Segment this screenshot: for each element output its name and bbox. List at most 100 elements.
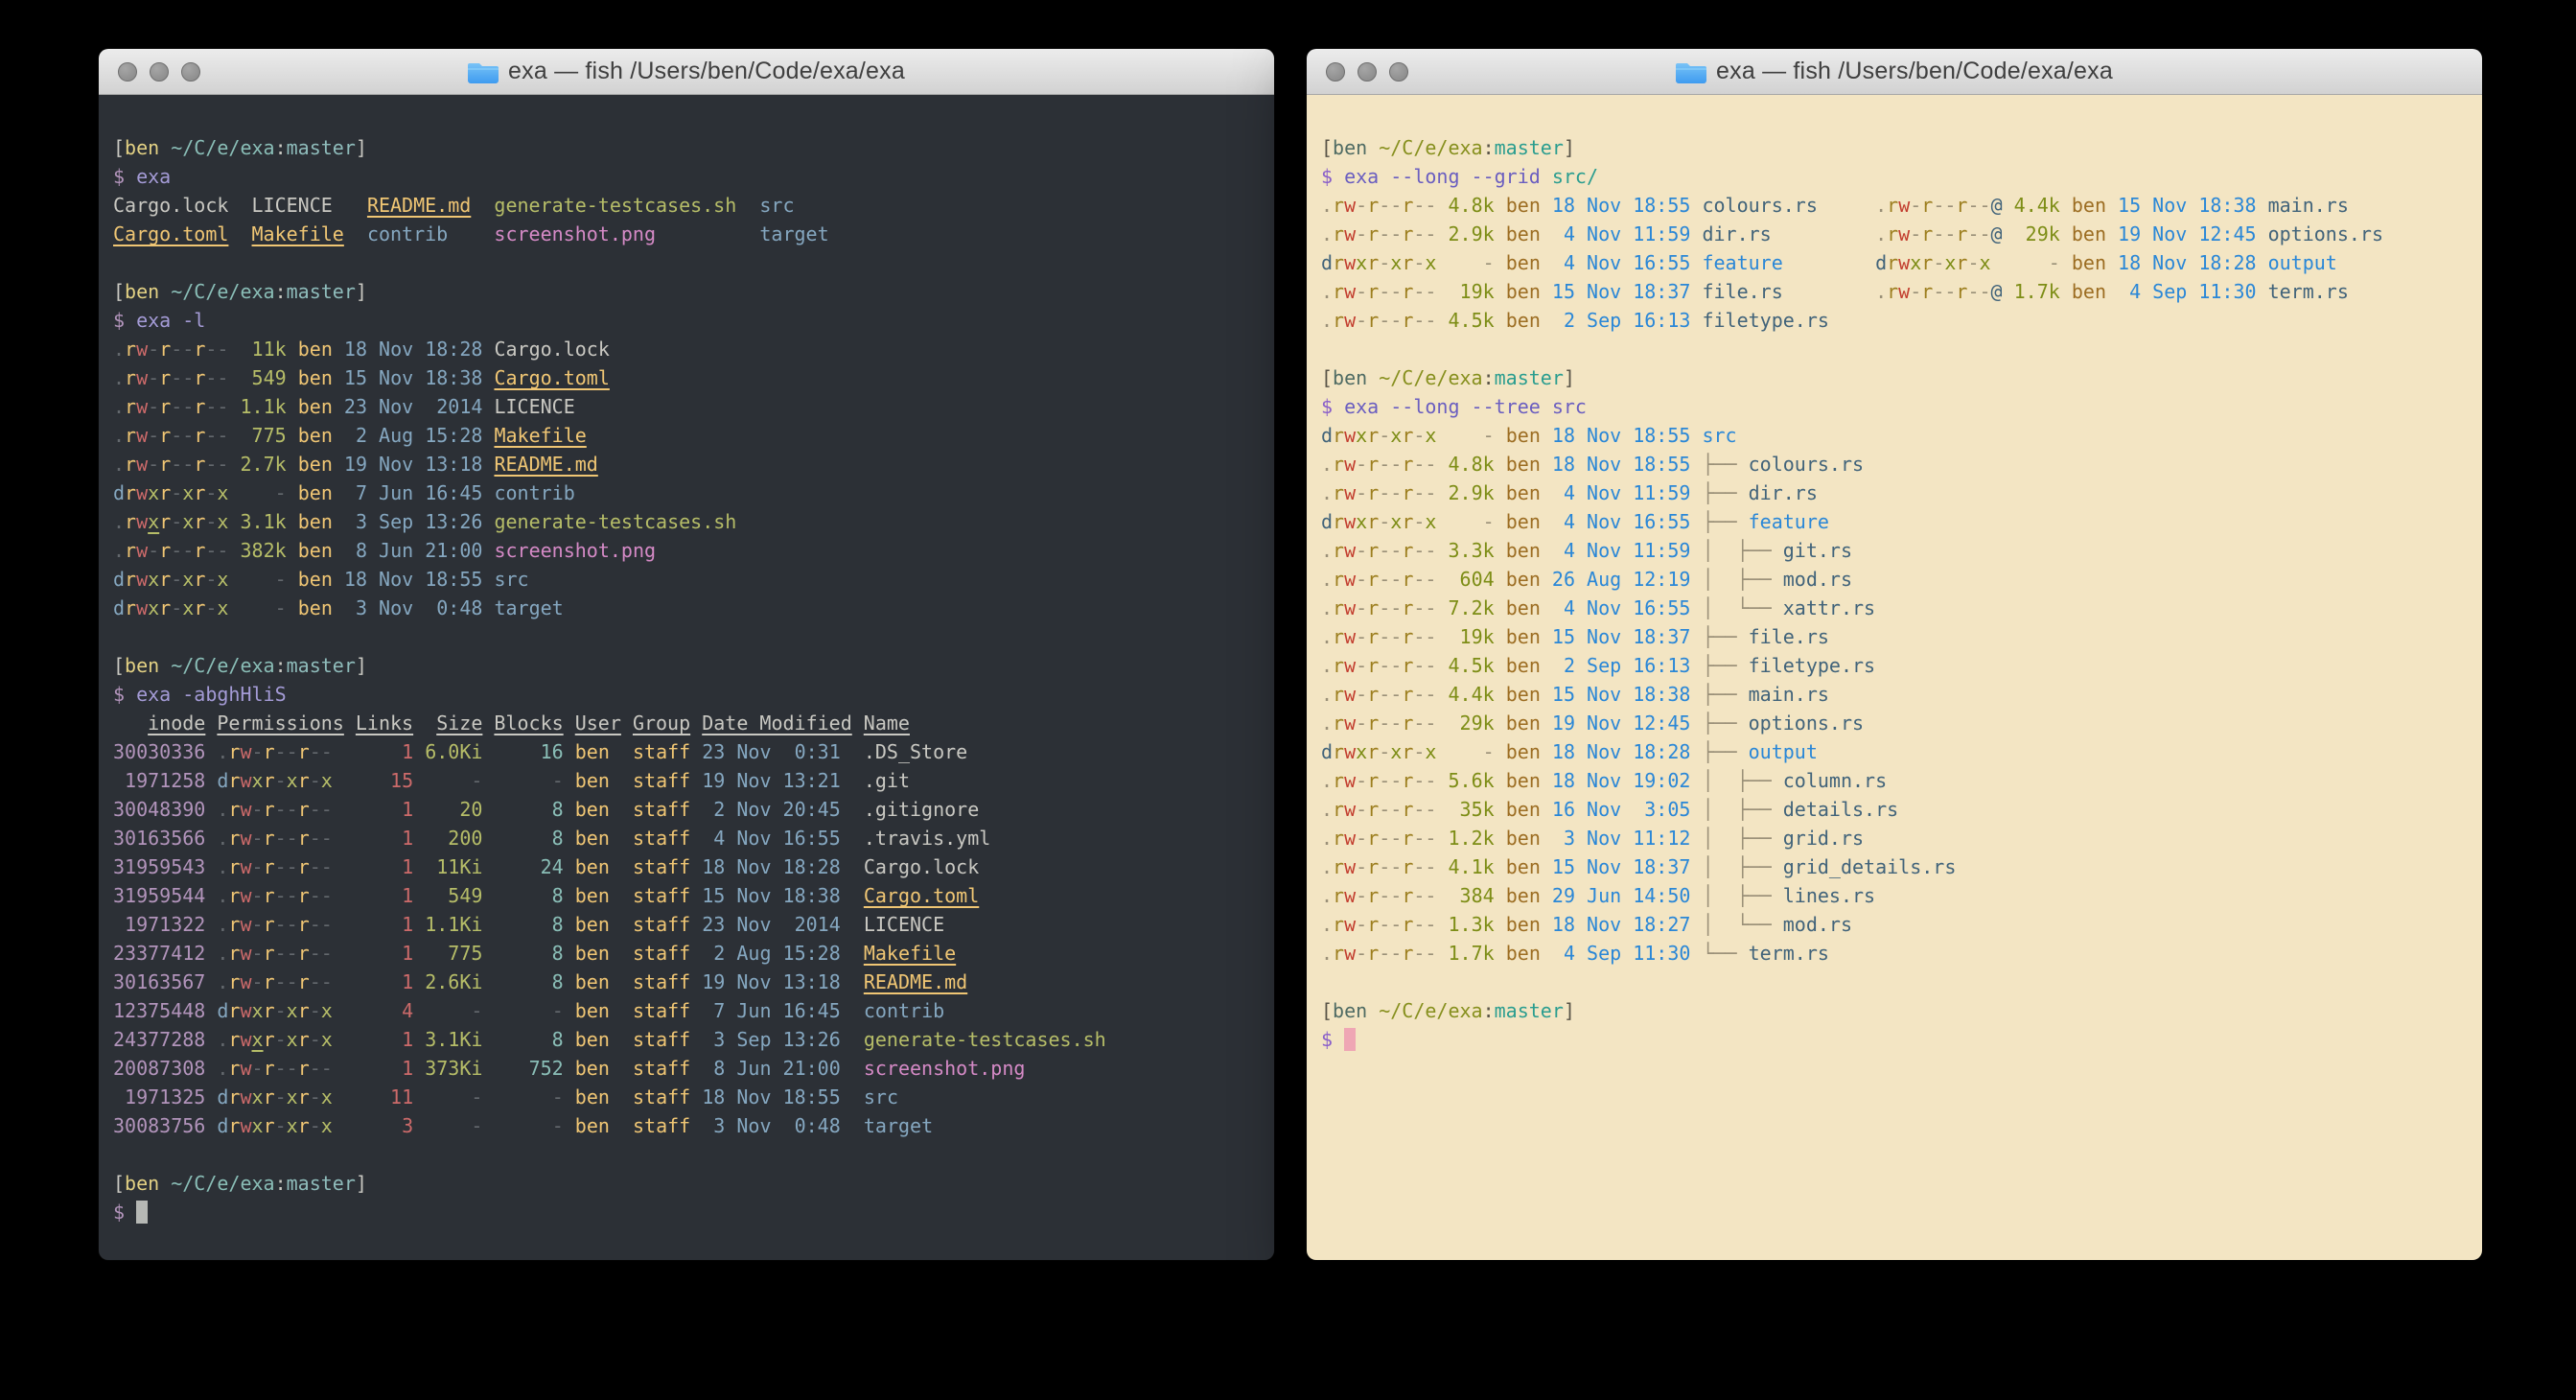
terminal-text-segment (413, 913, 425, 936)
terminal-text-segment: 2 Sep 16:13 (1552, 309, 1691, 332)
terminal-text-segment: -- (275, 855, 298, 878)
terminal-text-segment: -- (310, 798, 333, 821)
terminal-text-segment (205, 712, 217, 735)
terminal-text-segment (413, 884, 425, 907)
terminal-text-segment: $ (113, 165, 125, 188)
terminal-content-light[interactable]: [ben ~/C/e/exa:master]$ exa --long --gri… (1307, 95, 2482, 1260)
terminal-text-segment: -- (1379, 194, 1402, 217)
terminal-text-segment: r (298, 999, 310, 1022)
terminal-text-segment: -- (1379, 481, 1402, 504)
terminal-text-segment: r (1402, 827, 1413, 850)
terminal-text-segment: -- (1379, 625, 1402, 648)
terminal-text-segment: ben (575, 970, 610, 993)
titlebar[interactable]: exa — fish /Users/ben/Code/exa/exa (1307, 49, 2482, 95)
terminal-text-segment: 1 (356, 942, 413, 965)
terminal-text-segment: -- (1413, 309, 1436, 332)
terminal-text-segment: master (1495, 136, 1564, 159)
terminal-text-segment: r (264, 827, 275, 850)
terminal-text-segment: r (1367, 453, 1379, 476)
terminal-text-segment: r (194, 596, 205, 619)
terminal-text-segment (1436, 481, 1448, 504)
zoom-button[interactable] (1389, 62, 1408, 82)
terminal-text-segment: x (148, 568, 159, 591)
terminal-text-segment: 12375448 (113, 999, 205, 1022)
terminal-text-segment (564, 855, 575, 878)
terminal-line: .rw-r--r-- 11k ben 18 Nov 18:28 Cargo.lo… (113, 335, 1274, 363)
terminal-text-segment: ~/C/e/exa (171, 136, 274, 159)
terminal-text-segment: screenshot.png (494, 222, 656, 245)
terminal-text-segment: 2 Sep 16:13 (1552, 654, 1691, 677)
minimize-button[interactable] (150, 62, 169, 82)
terminal-text-segment (159, 280, 171, 303)
terminal-text-segment (482, 481, 494, 504)
terminal-text-segment: 382k (241, 539, 287, 562)
terminal-text-segment: . (1321, 683, 1333, 706)
terminal-text-segment: r (1956, 194, 1967, 217)
terminal-text-segment: 15 Nov 18:37 (1552, 625, 1691, 648)
terminal-text-segment: Name (864, 712, 910, 735)
minimize-button[interactable] (1358, 62, 1377, 82)
terminal-text-segment: 24377288 (113, 1028, 205, 1051)
terminal-text-segment: master (287, 280, 356, 303)
terminal-text-segment: w (136, 338, 148, 361)
terminal-text-segment (2257, 194, 2268, 217)
terminal-text-segment: -- (1413, 539, 1436, 562)
terminal-text-segment (1495, 453, 1506, 476)
terminal-text-segment: README.md (367, 194, 471, 217)
terminal-text-segment: - (471, 999, 482, 1022)
terminal-text-segment: - (252, 1057, 264, 1080)
terminal-content-dark[interactable]: [ben ~/C/e/exa:master]$ exaCargo.lock LI… (99, 95, 1274, 1260)
terminal-text-segment: r (1367, 855, 1379, 878)
terminal-text-segment: Makefile (864, 942, 956, 965)
terminal-text-segment (333, 510, 344, 533)
titlebar[interactable]: exa — fish /Users/ben/Code/exa/exa (99, 49, 1274, 95)
terminal-text-segment: dir.rs (1749, 481, 1818, 504)
terminal-text-segment: - (1356, 654, 1367, 677)
close-button[interactable] (118, 62, 137, 82)
terminal-text-segment: -- (171, 338, 194, 361)
terminal-text-segment (1495, 309, 1506, 332)
terminal-text-segment: r (264, 1057, 275, 1080)
terminal-text-segment (228, 568, 240, 591)
close-button[interactable] (1326, 62, 1345, 82)
terminal-line: drwxr-xr-x - ben 3 Nov 0:48 target (113, 594, 1274, 622)
terminal-text-segment (482, 827, 494, 850)
terminal-line: inode Permissions Links Size Blocks User… (113, 709, 1274, 737)
terminal-text-segment: 1 (356, 913, 413, 936)
terminal-text-segment: . (217, 740, 228, 763)
terminal-text-segment: r (298, 798, 310, 821)
terminal-text-segment: : (1483, 999, 1495, 1022)
terminal-text-segment: r (125, 338, 136, 361)
terminal-text-segment: r (228, 1114, 240, 1137)
terminal-text-segment (1690, 740, 1702, 763)
terminal-text-segment: r (194, 453, 205, 476)
terminal-text-segment: x (1390, 510, 1402, 533)
terminal-text-segment: - (252, 740, 264, 763)
terminal-text-segment: 4.1k (1449, 855, 1495, 878)
terminal-text-segment (241, 481, 275, 504)
terminal-text-segment: . (1321, 596, 1333, 619)
terminal-text-segment (2060, 194, 2072, 217)
terminal-line: .rw-r--r-- 1.3k ben 18 Nov 18:27 │ └── m… (1321, 910, 2482, 939)
terminal-text-segment: r (1333, 884, 1344, 907)
terminal-text-segment: - (275, 596, 287, 619)
terminal-text-segment (1367, 999, 1379, 1022)
terminal-text-segment (1333, 1028, 1344, 1051)
terminal-text-segment: . (217, 798, 228, 821)
zoom-button[interactable] (181, 62, 200, 82)
terminal-text-segment: 4.5k (1449, 309, 1495, 332)
terminal-text-segment (205, 798, 217, 821)
terminal-text-segment (1495, 654, 1506, 677)
terminal-text-segment: - (252, 970, 264, 993)
terminal-text-segment: 30030336 (113, 740, 205, 763)
terminal-text-segment: w (1344, 855, 1356, 878)
terminal-text-segment: Makefile (252, 222, 344, 245)
terminal-text-segment: r (1402, 481, 1413, 504)
terminal-text-segment: staff (633, 942, 690, 965)
terminal-line: .rw-r--r-- 7.2k ben 4 Nov 16:55 │ └── xa… (1321, 594, 2482, 622)
terminal-text-segment: -- (1413, 194, 1436, 217)
terminal-text-segment (1495, 596, 1506, 619)
terminal-text-segment (690, 1114, 702, 1137)
terminal-text-segment (610, 1085, 633, 1108)
terminal-text-segment: x (252, 1028, 264, 1051)
